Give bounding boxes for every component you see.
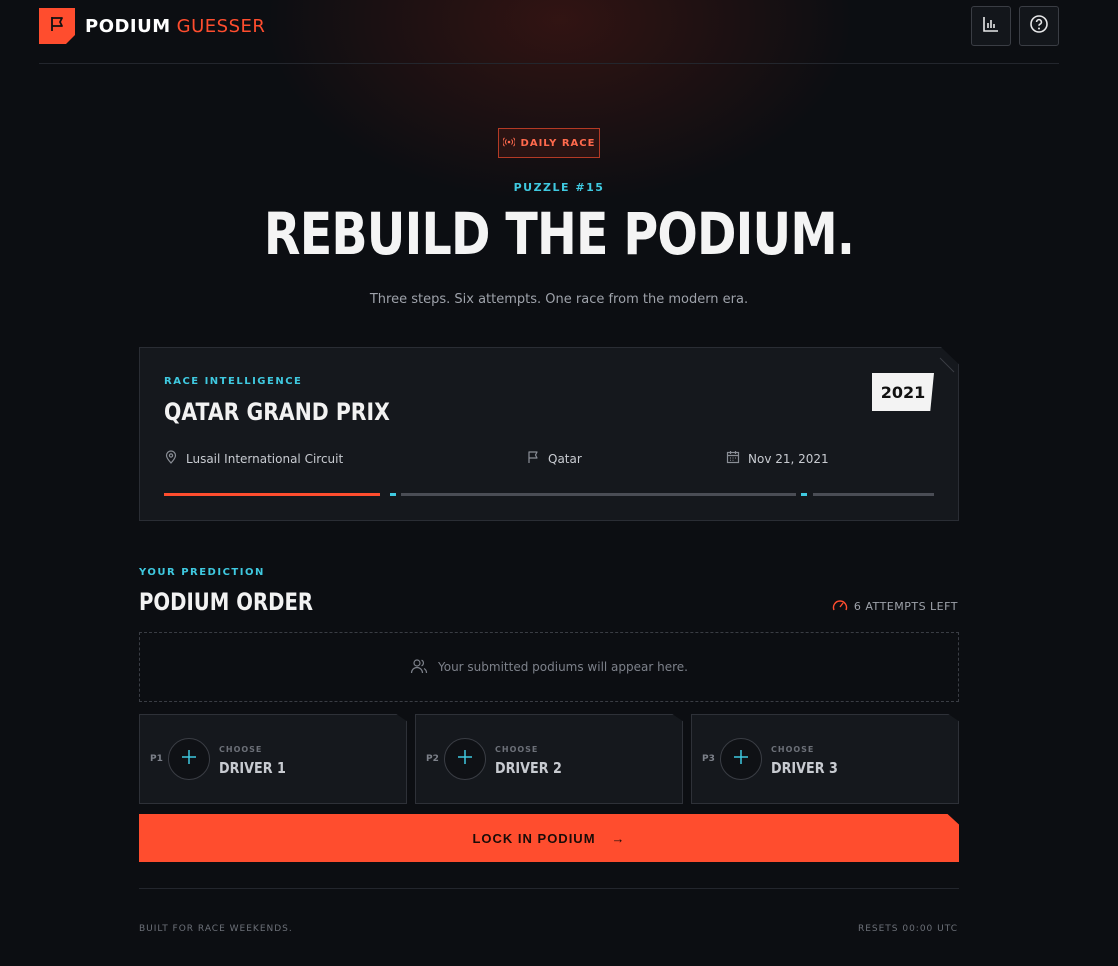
page-subtitle: Three steps. Six attempts. One race from… (369, 292, 749, 307)
race-section-label: RACE INTELLIGENCE (164, 376, 303, 387)
slot-choose-label: CHOOSE (495, 745, 539, 754)
slot-driver-label: DRIVER 1 (219, 759, 286, 777)
add-driver-button[interactable] (444, 738, 486, 780)
date-info: Nov 21, 2021 (726, 450, 829, 467)
users-icon (410, 658, 428, 677)
podium-slot-p1[interactable]: P1 CHOOSE DRIVER 1 (139, 714, 407, 804)
slot-driver-label: DRIVER 3 (771, 759, 838, 777)
prediction-section-label: YOUR PREDICTION (139, 567, 265, 578)
slot-choose-label: CHOOSE (771, 745, 815, 754)
footer-reset-time: RESETS 00:00 UTC (857, 924, 958, 934)
logo[interactable] (39, 8, 75, 44)
daily-race-badge: DAILY RACE (498, 128, 600, 158)
badge-label: DAILY RACE (520, 137, 596, 149)
help-button[interactable] (1019, 6, 1059, 46)
lock-in-podium-button[interactable]: LOCK IN PODIUM → (139, 814, 959, 862)
progress-marker (801, 493, 807, 496)
top-bar: PODIUM GUESSER (39, 0, 1059, 64)
slot-position: P1 (150, 754, 163, 764)
slot-driver-label: DRIVER 2 (495, 759, 562, 777)
progress-marker (390, 493, 396, 496)
circuit-name: Lusail International Circuit (186, 451, 344, 466)
slot-choose-label: CHOOSE (219, 745, 263, 754)
race-name: QATAR GRAND PRIX (164, 398, 390, 426)
brand-name: PODIUM GUESSER (85, 16, 265, 37)
calendar-icon (726, 450, 740, 467)
country-name: Qatar (548, 451, 582, 466)
stats-button[interactable] (971, 6, 1011, 46)
brand-primary: PODIUM (85, 16, 171, 37)
attempts-counter: 6 ATTEMPTS LEFT (832, 598, 958, 615)
progress-fill (164, 493, 380, 496)
brand-secondary: GUESSER (176, 16, 266, 37)
broadcast-icon (501, 136, 516, 150)
prediction-title: PODIUM ORDER (139, 588, 314, 616)
race-info-card: RACE INTELLIGENCE QATAR GRAND PRIX 2021 … (139, 347, 959, 521)
slot-position: P3 (702, 754, 715, 764)
race-year: 2021 (872, 373, 934, 411)
attempts-label: 6 ATTEMPTS LEFT (853, 600, 958, 613)
podium-slot-p2[interactable]: P2 CHOOSE DRIVER 2 (415, 714, 683, 804)
country-info: Qatar (526, 450, 582, 467)
empty-message: Your submitted podiums will appear here. (438, 660, 688, 674)
plus-icon (181, 749, 197, 769)
footer-divider (139, 888, 959, 889)
submitted-podiums-placeholder: Your submitted podiums will appear here. (139, 632, 959, 702)
help-icon (1029, 14, 1049, 38)
footer-tagline: BUILT FOR RACE WEEKENDS. (139, 924, 293, 934)
slot-position: P2 (426, 754, 439, 764)
gauge-icon (832, 598, 848, 615)
flag-icon (48, 15, 66, 37)
add-driver-button[interactable] (720, 738, 762, 780)
progress-track (813, 493, 934, 496)
page-title: REBUILD THE PODIUM. (263, 200, 855, 268)
lock-in-label: LOCK IN PODIUM (472, 830, 596, 846)
circuit-info: Lusail International Circuit (164, 450, 343, 467)
add-driver-button[interactable] (168, 738, 210, 780)
location-pin-icon (164, 450, 178, 467)
race-progress-bar (164, 493, 934, 496)
plus-icon (733, 749, 749, 769)
progress-track (401, 493, 796, 496)
race-date: Nov 21, 2021 (748, 451, 829, 466)
podium-slot-p3[interactable]: P3 CHOOSE DRIVER 3 (691, 714, 959, 804)
arrow-right-icon: → (611, 830, 626, 846)
flag-outline-icon (526, 450, 540, 467)
bar-chart-icon (982, 15, 1000, 37)
puzzle-number: PUZZLE #15 (513, 181, 605, 194)
plus-icon (457, 749, 473, 769)
